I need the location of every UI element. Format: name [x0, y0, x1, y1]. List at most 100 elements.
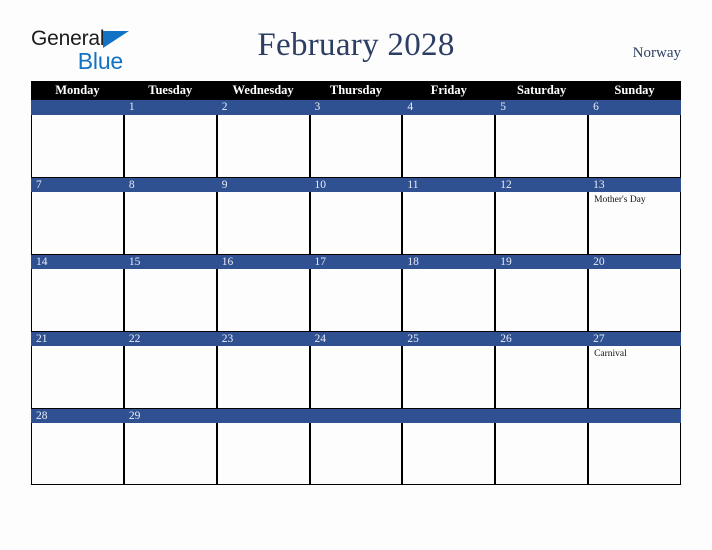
- calendar-body: 1 2 3 4 5 6 7 8 9 10 11 12 13 Mother's Da…: [31, 100, 681, 485]
- event-label[interactable]: Carnival: [594, 348, 676, 360]
- calendar-day-cell[interactable]: 11: [402, 177, 496, 254]
- calendar-day-cell[interactable]: 14: [31, 254, 124, 331]
- day-number: 13: [588, 177, 681, 192]
- calendar-day-cell[interactable]: 28: [31, 408, 124, 485]
- calendar-day-cell[interactable]: 5: [495, 100, 589, 177]
- weekday-header-sunday: Sunday: [588, 81, 681, 100]
- day-number: [309, 408, 403, 423]
- day-events[interactable]: [217, 423, 309, 484]
- calendar-day-cell[interactable]: 25: [402, 331, 496, 408]
- calendar-day-cell[interactable]: 29: [123, 408, 217, 485]
- day-events[interactable]: [32, 192, 123, 253]
- day-events[interactable]: [589, 423, 680, 484]
- calendar-container: Monday Tuesday Wednesday Thursday Friday…: [31, 81, 681, 485]
- day-number: 10: [309, 177, 403, 192]
- calendar-day-cell[interactable]: [402, 408, 496, 485]
- day-events[interactable]: [403, 346, 495, 407]
- day-number: 25: [402, 331, 496, 346]
- calendar-day-cell[interactable]: [588, 408, 681, 485]
- day-events[interactable]: [310, 192, 402, 253]
- calendar-day-cell[interactable]: 18: [402, 254, 496, 331]
- day-events[interactable]: [124, 115, 216, 176]
- weekday-header-monday: Monday: [31, 81, 124, 100]
- day-events[interactable]: [124, 346, 216, 407]
- calendar-day-cell[interactable]: 8: [123, 177, 217, 254]
- calendar-day-cell[interactable]: 24: [309, 331, 403, 408]
- calendar-day-cell[interactable]: 6: [588, 100, 681, 177]
- calendar-day-cell[interactable]: 22: [123, 331, 217, 408]
- day-events[interactable]: [124, 192, 216, 253]
- calendar-day-cell[interactable]: [309, 408, 403, 485]
- day-events[interactable]: [403, 192, 495, 253]
- day-events[interactable]: [310, 115, 402, 176]
- calendar-day-cell[interactable]: 12: [495, 177, 589, 254]
- day-events[interactable]: [496, 423, 588, 484]
- day-events[interactable]: [310, 423, 402, 484]
- day-events[interactable]: [32, 115, 123, 176]
- day-events[interactable]: [217, 346, 309, 407]
- day-events[interactable]: [124, 423, 216, 484]
- calendar-day-cell[interactable]: 1: [123, 100, 217, 177]
- day-events[interactable]: [496, 269, 588, 330]
- day-events[interactable]: [496, 192, 588, 253]
- day-number: 2: [216, 100, 310, 115]
- day-events[interactable]: [403, 269, 495, 330]
- day-events[interactable]: [589, 115, 680, 176]
- calendar-day-cell[interactable]: 17: [309, 254, 403, 331]
- day-events[interactable]: Carnival: [589, 346, 680, 407]
- calendar-day-cell[interactable]: 9: [216, 177, 310, 254]
- day-events[interactable]: [32, 269, 123, 330]
- day-number: [216, 408, 310, 423]
- weekday-header-saturday: Saturday: [495, 81, 589, 100]
- day-number: 29: [123, 408, 217, 423]
- calendar-day-cell[interactable]: 21: [31, 331, 124, 408]
- calendar-day-cell[interactable]: 16: [216, 254, 310, 331]
- day-events[interactable]: [403, 115, 495, 176]
- day-events[interactable]: [589, 269, 680, 330]
- day-events[interactable]: [310, 346, 402, 407]
- day-events[interactable]: [32, 346, 123, 407]
- day-number: [588, 408, 681, 423]
- day-events[interactable]: [310, 269, 402, 330]
- weekday-header-thursday: Thursday: [309, 81, 403, 100]
- day-number: 28: [31, 408, 124, 423]
- day-events[interactable]: [217, 115, 309, 176]
- day-events[interactable]: [403, 423, 495, 484]
- calendar-week-row: 7 8 9 10 11 12 13 Mother's Day: [31, 177, 681, 254]
- day-number: 8: [123, 177, 217, 192]
- calendar-day-cell[interactable]: 19: [495, 254, 589, 331]
- calendar-day-cell[interactable]: 26: [495, 331, 589, 408]
- calendar-day-cell[interactable]: [495, 408, 589, 485]
- day-events[interactable]: Mother's Day: [589, 192, 680, 253]
- event-label[interactable]: Mother's Day: [594, 194, 676, 206]
- calendar-day-cell[interactable]: 13 Mother's Day: [588, 177, 681, 254]
- calendar-day-cell[interactable]: 20: [588, 254, 681, 331]
- day-events[interactable]: [496, 346, 588, 407]
- day-events[interactable]: [496, 115, 588, 176]
- calendar-day-cell[interactable]: 27 Carnival: [588, 331, 681, 408]
- calendar-day-cell[interactable]: 15: [123, 254, 217, 331]
- calendar-day-cell[interactable]: 23: [216, 331, 310, 408]
- calendar-week-row: 28 29: [31, 408, 681, 485]
- weekday-header-tuesday: Tuesday: [123, 81, 217, 100]
- day-number: 18: [402, 254, 496, 269]
- day-events[interactable]: [124, 269, 216, 330]
- calendar-week-row: 1 2 3 4 5 6: [31, 100, 681, 177]
- calendar-day-cell[interactable]: [31, 100, 124, 177]
- day-events[interactable]: [32, 423, 123, 484]
- calendar-day-cell[interactable]: 4: [402, 100, 496, 177]
- calendar-head: Monday Tuesday Wednesday Thursday Friday…: [31, 81, 681, 100]
- day-number: 15: [123, 254, 217, 269]
- calendar-day-cell[interactable]: 2: [216, 100, 310, 177]
- day-events[interactable]: [217, 192, 309, 253]
- weekday-header-wednesday: Wednesday: [216, 81, 310, 100]
- calendar-day-cell[interactable]: 10: [309, 177, 403, 254]
- calendar-day-cell[interactable]: 3: [309, 100, 403, 177]
- day-events[interactable]: [217, 269, 309, 330]
- calendar-day-cell[interactable]: [216, 408, 310, 485]
- day-number: 20: [588, 254, 681, 269]
- day-number: 5: [495, 100, 589, 115]
- day-number: 27: [588, 331, 681, 346]
- day-number: 9: [216, 177, 310, 192]
- calendar-day-cell[interactable]: 7: [31, 177, 124, 254]
